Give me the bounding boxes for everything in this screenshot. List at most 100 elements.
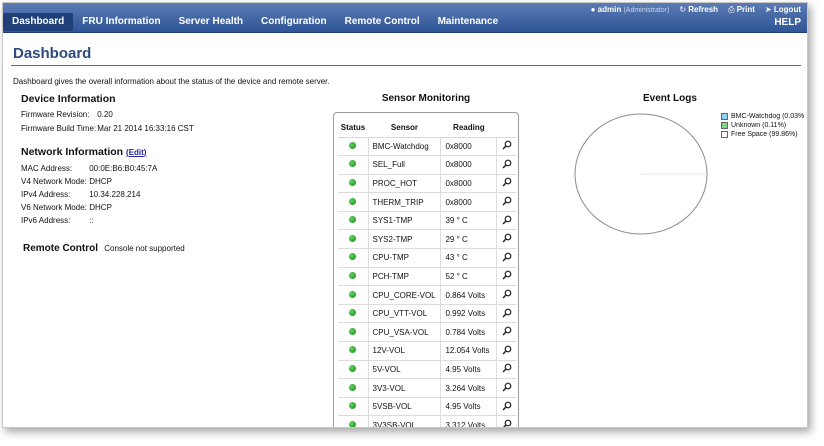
event-logs-heading: Event Logs [643,93,697,104]
sensor-details-button[interactable] [496,285,516,305]
status-ok-icon [349,383,357,391]
print-link[interactable]: ⎙ Print [728,5,755,15]
legend-item: Unknown (0.11%) [721,122,807,129]
sensor-details-button[interactable] [496,397,516,417]
ipv6-label: IPv6 Address: [21,216,71,225]
logout-link[interactable]: ➤ Logout [765,5,801,15]
sensor-status-cell [338,285,369,305]
mac-row: MAC Address: 00:0E:B6:B0:45:7A [21,164,157,173]
sensor-row: CPU_VTT-VOL 0.992 Volts [338,304,516,324]
sensor-table-body: BMC-Watchdog 0x8000 SEL_Full 0x8000 PROC_HOT… [338,137,516,427]
sensor-reading: 29 ° C [440,229,498,250]
sensor-details-button[interactable] [496,267,516,287]
sensor-status-cell [338,267,369,287]
sensor-reading: 4.95 Volts [440,397,498,417]
status-ok-icon [349,402,357,410]
sensor-details-button[interactable] [496,155,516,175]
sensor-name: CPU_CORE-VOL [368,285,442,305]
sensor-name: BMC-Watchdog [368,137,442,157]
sensor-reading: 0x8000 [440,137,498,157]
magnifier-icon [502,271,511,280]
sensor-status-cell [338,248,369,268]
column-header: Status [338,119,368,138]
sensor-status-cell [338,174,369,194]
sensor-name: SYS2-TMP [368,229,442,250]
nav-item-maintenance[interactable]: Maintenance [429,13,508,31]
legend-label: Free Space (99.86%) [731,131,798,138]
sensor-details-button[interactable] [496,248,516,268]
sensor-details-button[interactable] [496,192,516,212]
status-ok-icon [349,309,357,317]
legend-item: BMC-Watchdog (0.03% [721,113,807,120]
print-label: Print [736,5,755,14]
sensor-reading: 0x8000 [440,155,498,175]
firmware-build-value: Mar 21 2014 16:33:16 CST [97,124,194,133]
sensor-details-button[interactable] [496,360,516,380]
nav-item-dashboard[interactable]: Dashboard [3,13,74,31]
magnifier-icon [502,140,511,150]
sensor-name: PROC_HOT [368,174,442,194]
sensor-name: 3V3SB-VOL [368,415,442,427]
status-ok-icon [349,364,357,372]
firmware-build-row: Firmware Build Time: Mar 21 2014 16:33:1… [21,124,194,133]
event-logs-pie-chart [574,113,708,235]
nav-item-server-health[interactable]: Server Health [170,13,252,31]
sensor-details-button[interactable] [496,174,516,194]
ipv6-value: :: [89,216,94,225]
sensor-table-header: Status Sensor Reading [338,119,516,138]
v4-mode-row: V4 Network Mode: DHCP [21,177,112,186]
help-link[interactable]: HELP [774,17,801,28]
sensor-reading: 0.864 Volts [440,285,498,305]
sensor-details-button[interactable] [496,322,516,343]
sensor-row: PROC_HOT 0x8000 [338,174,516,194]
legend-label: Unknown (0.11%) [731,122,787,129]
status-ok-icon [349,141,357,149]
column-header-empty [496,119,516,138]
sensor-row: 12V-VOL 12.054 Volts [338,341,516,361]
nav-item-configuration[interactable]: Configuration [252,13,336,31]
sensor-reading: 4.95 Volts [440,360,498,380]
network-info-title: Network Information [21,146,124,158]
mac-label: MAC Address: [21,164,73,173]
nav-item-remote-control[interactable]: Remote Control [336,13,429,31]
sensor-row: PCH-TMP 52 ° C [338,267,516,287]
sensor-status-cell [338,192,369,212]
sensor-status-cell [338,304,369,324]
firmware-revision-row: Firmware Revision: 0.20 [21,110,113,119]
title-divider [11,65,801,66]
sensor-details-button[interactable] [496,341,516,361]
sensor-status-cell [338,360,369,380]
legend-item: Free Space (99.86%) [721,131,807,138]
firmware-revision-label: Firmware Revision: [21,110,90,119]
firmware-build-label: Firmware Build Time: [21,124,97,133]
nav-item-fru-information[interactable]: FRU Information [73,13,169,31]
network-edit-link[interactable]: (Edit) [126,148,146,157]
refresh-icon: ↻ [679,5,687,14]
logout-label: Logout [773,5,801,14]
sensor-row: SYS1-TMP 39 ° C [338,211,516,231]
sensor-name: SEL_Full [368,155,442,175]
sensor-row: 5V-VOL 4.95 Volts [338,360,516,380]
logout-icon: ➤ [764,5,772,14]
status-ok-icon [349,216,357,224]
sensor-row: BMC-Watchdog 0x8000 [338,137,516,157]
sensor-details-button[interactable] [496,211,516,231]
user-links: ● admin (Administrator) ↻ Refresh ⎙ Prin… [591,5,801,15]
column-header: Reading [440,119,497,138]
legend-label: BMC-Watchdog (0.03% [731,113,805,120]
sensor-details-button[interactable] [496,415,516,427]
refresh-link[interactable]: ↻ Refresh [679,5,718,15]
sensor-details-button[interactable] [496,229,516,250]
remote-control-heading: Remote Control [23,243,98,254]
sensor-name: CPU-TMP [368,248,442,268]
sensor-reading: 0x8000 [440,192,498,212]
print-icon: ⎙ [728,5,735,14]
sensor-row: SYS2-TMP 29 ° C [338,229,516,250]
sensor-details-button[interactable] [496,304,516,324]
top-nav-bar: Dashboard FRU Information Server Health Con… [3,3,807,33]
sensor-details-button[interactable] [496,378,516,398]
main-nav: Dashboard FRU Information Server Health Con… [3,13,507,31]
sensor-details-button[interactable] [496,137,516,157]
sensor-name: CPU_VSA-VOL [368,322,442,343]
sensor-reading: 52 ° C [440,267,498,287]
